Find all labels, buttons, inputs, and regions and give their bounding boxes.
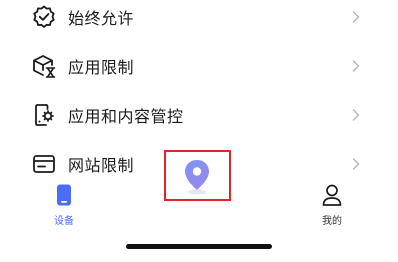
chevron-right-icon bbox=[352, 109, 360, 121]
screen: 始终允许 应用限制 应用和内容管控 网站限制 设备 我的 bbox=[0, 0, 398, 262]
menu-item-label: 应用限制 bbox=[68, 58, 135, 77]
menu-item-label: 始终允许 bbox=[68, 9, 135, 28]
highlight-box bbox=[164, 150, 231, 201]
menu-item-app-content-control[interactable]: 应用和内容管控 bbox=[0, 91, 398, 139]
browser-window-icon bbox=[33, 155, 55, 173]
menu-item-label: 网站限制 bbox=[68, 156, 135, 175]
phone-gear-icon bbox=[35, 104, 54, 126]
phone-device-icon bbox=[57, 184, 71, 206]
tab-label: 我的 bbox=[322, 216, 342, 227]
menu-item-label: 应用和内容管控 bbox=[68, 107, 184, 126]
chevron-right-icon bbox=[352, 60, 360, 72]
tab-devices[interactable]: 设备 bbox=[34, 182, 94, 232]
menu-item-always-allow[interactable]: 始终允许 bbox=[0, 0, 398, 41]
home-indicator bbox=[126, 244, 272, 249]
app-hourglass-icon bbox=[33, 55, 56, 78]
person-icon bbox=[322, 184, 342, 206]
menu-item-app-limits[interactable]: 应用限制 bbox=[0, 42, 398, 90]
chevron-right-icon bbox=[352, 158, 360, 170]
tab-label: 设备 bbox=[54, 216, 74, 227]
shield-check-icon bbox=[33, 5, 55, 28]
tab-mine[interactable]: 我的 bbox=[302, 182, 362, 232]
chevron-right-icon bbox=[352, 11, 360, 23]
